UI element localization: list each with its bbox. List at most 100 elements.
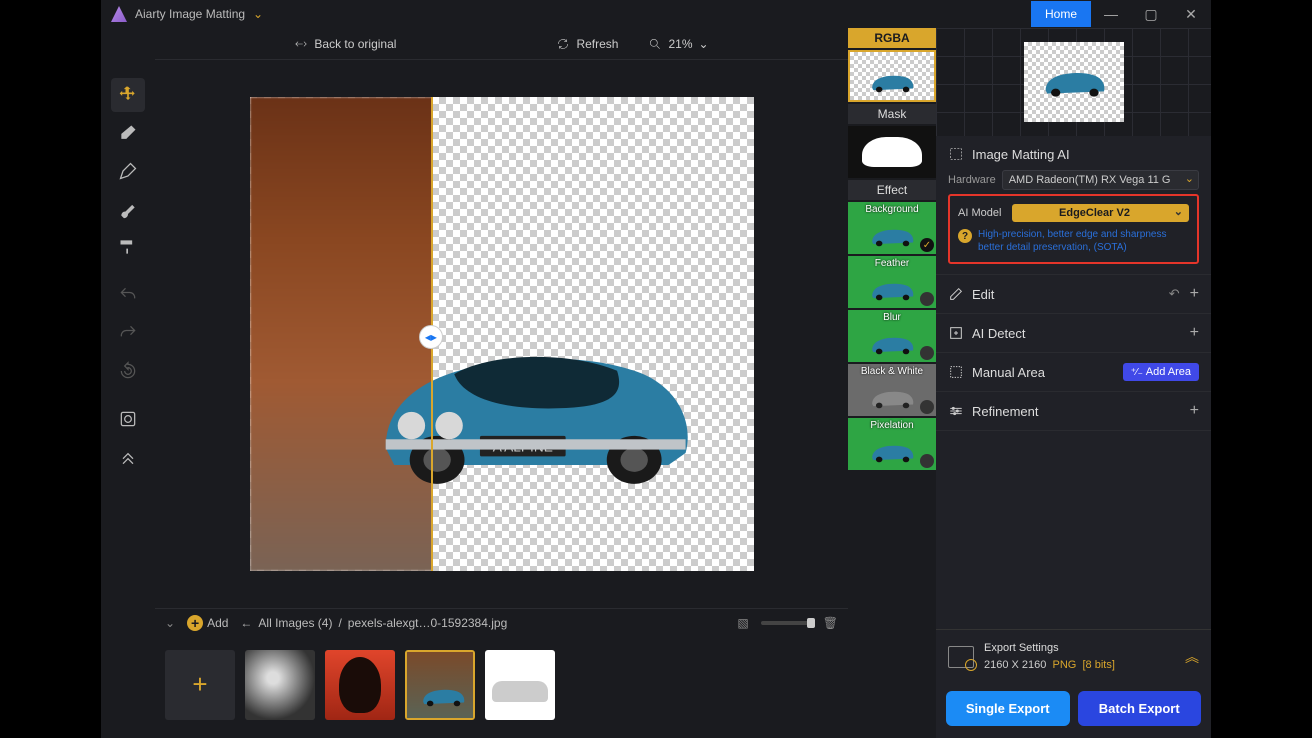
redo-button[interactable] bbox=[111, 316, 145, 350]
ai-model-description: High-precision, better edge and sharpnes… bbox=[978, 228, 1189, 254]
effect-unselected-icon bbox=[920, 292, 934, 306]
title-bar-right: Home — ▢ ✕ bbox=[1031, 0, 1211, 28]
compare-slider-handle[interactable]: ◂▸ bbox=[419, 325, 443, 349]
ai-model-row: AI Model EdgeClear V2 bbox=[958, 204, 1189, 222]
thumbnail-2[interactable] bbox=[325, 650, 395, 720]
mask-thumb[interactable] bbox=[848, 126, 936, 178]
section-ai-detect[interactable]: AI Detect + bbox=[936, 314, 1211, 353]
breadcrumb: ← All Images (4) / pexels-alexgt…0-15923… bbox=[240, 616, 507, 630]
title-bar: Aiarty Image Matting ⌄ Home — ▢ ✕ bbox=[101, 0, 1211, 28]
collapse-toolbar-icon[interactable] bbox=[111, 440, 145, 474]
edit-undo-icon[interactable]: ↶ bbox=[1169, 286, 1180, 302]
ai-model-label: AI Model bbox=[958, 207, 1006, 219]
ai-model-description-row: ? High-precision, better edge and sharpn… bbox=[958, 228, 1189, 254]
hardware-select[interactable]: AMD Radeon(TM) RX Vega 11 G bbox=[1002, 170, 1199, 190]
thumbnail-3[interactable] bbox=[405, 650, 475, 720]
rgba-thumb[interactable] bbox=[848, 50, 936, 102]
compare-tool[interactable] bbox=[111, 402, 145, 436]
center-pane: Back to original Refresh 21% ⌄ bbox=[155, 28, 848, 738]
reset-button[interactable] bbox=[111, 354, 145, 388]
refresh-label: Refresh bbox=[576, 37, 618, 51]
batch-export-button[interactable]: Batch Export bbox=[1078, 691, 1202, 726]
thumbnail-size-slider[interactable] bbox=[761, 621, 811, 625]
export-settings[interactable]: Export Settings 2160 X 2160 PNG [8 bits]… bbox=[936, 629, 1211, 683]
close-button[interactable]: ✕ bbox=[1171, 0, 1211, 28]
breadcrumb-sep: / bbox=[338, 616, 341, 630]
refinement-label: Refinement bbox=[972, 404, 1038, 419]
car-svg: A ALPINE bbox=[360, 296, 703, 514]
effect-blur-label: Blur bbox=[848, 312, 936, 323]
pen-tool[interactable] bbox=[111, 154, 145, 188]
refresh-button[interactable]: Refresh bbox=[556, 37, 618, 51]
thumbnail-4[interactable] bbox=[485, 650, 555, 720]
move-tool[interactable] bbox=[111, 78, 145, 112]
export-settings-label: Export Settings bbox=[984, 640, 1175, 657]
canvas-area: A ALPINE ◂▸ bbox=[155, 60, 848, 608]
refinement-expand-icon[interactable]: + bbox=[1190, 402, 1199, 420]
breadcrumb-back-icon[interactable]: ← bbox=[240, 616, 252, 630]
export-collapse-icon[interactable]: ︽ bbox=[1185, 647, 1199, 667]
subject-car: A ALPINE bbox=[360, 296, 703, 514]
preview-pane bbox=[936, 28, 1211, 136]
ai-model-select[interactable]: EdgeClear V2 bbox=[1012, 204, 1189, 222]
title-bar-left: Aiarty Image Matting ⌄ bbox=[111, 6, 263, 22]
hardware-label: Hardware bbox=[948, 174, 996, 186]
bottom-strip: ⌄ + Add ← All Images (4) / pexels-alexgt… bbox=[155, 608, 848, 738]
effect-pixelation[interactable]: Pixelation bbox=[848, 418, 936, 470]
thumbnail-1[interactable] bbox=[245, 650, 315, 720]
effect-background[interactable]: Background ✓ bbox=[848, 202, 936, 254]
right-panel: Image Matting AI Hardware AMD Radeon(TM)… bbox=[936, 28, 1211, 738]
canvas-toolbar: Back to original Refresh 21% ⌄ bbox=[155, 28, 848, 60]
app-title: Aiarty Image Matting bbox=[135, 7, 245, 21]
plus-icon: + bbox=[192, 669, 207, 700]
add-area-button[interactable]: ⁺⁄₋ Add Area bbox=[1123, 363, 1199, 381]
tab-effect[interactable]: Effect bbox=[848, 180, 936, 200]
thumb-size-icon: ▧ bbox=[737, 616, 748, 630]
bottom-toolbar: ⌄ + Add ← All Images (4) / pexels-alexgt… bbox=[155, 609, 848, 637]
manual-area-label: Manual Area bbox=[972, 365, 1045, 380]
minimize-button[interactable]: — bbox=[1091, 0, 1131, 28]
help-icon[interactable]: ? bbox=[958, 229, 972, 243]
tab-mask[interactable]: Mask bbox=[848, 104, 936, 124]
maximize-button[interactable]: ▢ bbox=[1131, 0, 1171, 28]
thumbnail-add[interactable]: + bbox=[165, 650, 235, 720]
export-resolution: 2160 X 2160 bbox=[984, 659, 1046, 671]
section-refinement[interactable]: Refinement + bbox=[936, 392, 1211, 431]
home-button[interactable]: Home bbox=[1031, 1, 1091, 27]
export-format: PNG bbox=[1053, 659, 1077, 671]
edit-label: Edit bbox=[972, 287, 994, 302]
section-matting-ai: Image Matting AI Hardware AMD Radeon(TM)… bbox=[936, 136, 1211, 275]
image-canvas[interactable]: A ALPINE ◂▸ bbox=[250, 97, 754, 571]
effects-strip: RGBA Mask Effect Background ✓ Feather Bl… bbox=[848, 28, 936, 738]
roller-tool[interactable] bbox=[111, 230, 145, 264]
add-image-button[interactable]: + Add bbox=[187, 615, 228, 631]
matting-ai-title: Image Matting AI bbox=[972, 147, 1070, 162]
delete-button[interactable]: 🗑 bbox=[823, 616, 838, 630]
ai-model-block: AI Model EdgeClear V2 ? High-precision, … bbox=[948, 194, 1199, 264]
effect-unselected-icon bbox=[920, 454, 934, 468]
effect-bw[interactable]: Black & White bbox=[848, 364, 936, 416]
add-plus-icon: + bbox=[187, 615, 203, 631]
single-export-button[interactable]: Single Export bbox=[946, 691, 1070, 726]
breadcrumb-all[interactable]: All Images (4) bbox=[258, 616, 332, 630]
effect-feather[interactable]: Feather bbox=[848, 256, 936, 308]
section-manual-area[interactable]: Manual Area ⁺⁄₋ Add Area bbox=[936, 353, 1211, 392]
brush-tool[interactable] bbox=[111, 192, 145, 226]
app-logo-icon bbox=[111, 6, 127, 22]
back-to-original-button[interactable]: Back to original bbox=[294, 37, 396, 51]
ai-detect-expand-icon[interactable]: + bbox=[1190, 324, 1199, 342]
effect-bw-label: Black & White bbox=[848, 366, 936, 377]
tab-rgba[interactable]: RGBA bbox=[848, 28, 936, 48]
zoom-control[interactable]: 21% ⌄ bbox=[648, 37, 708, 51]
edit-expand-icon[interactable]: + bbox=[1190, 285, 1199, 303]
eraser-tool[interactable] bbox=[111, 116, 145, 150]
export-icon bbox=[948, 646, 974, 668]
effect-pixelation-label: Pixelation bbox=[848, 420, 936, 431]
effect-blur[interactable]: Blur bbox=[848, 310, 936, 362]
preview-thumbnail[interactable] bbox=[1024, 42, 1124, 122]
title-dropdown-icon[interactable]: ⌄ bbox=[253, 7, 263, 21]
section-edit[interactable]: Edit ↶ + bbox=[936, 275, 1211, 314]
bottom-collapse-icon[interactable]: ⌄ bbox=[165, 616, 175, 630]
undo-button[interactable] bbox=[111, 278, 145, 312]
export-buttons: Single Export Batch Export bbox=[936, 683, 1211, 738]
